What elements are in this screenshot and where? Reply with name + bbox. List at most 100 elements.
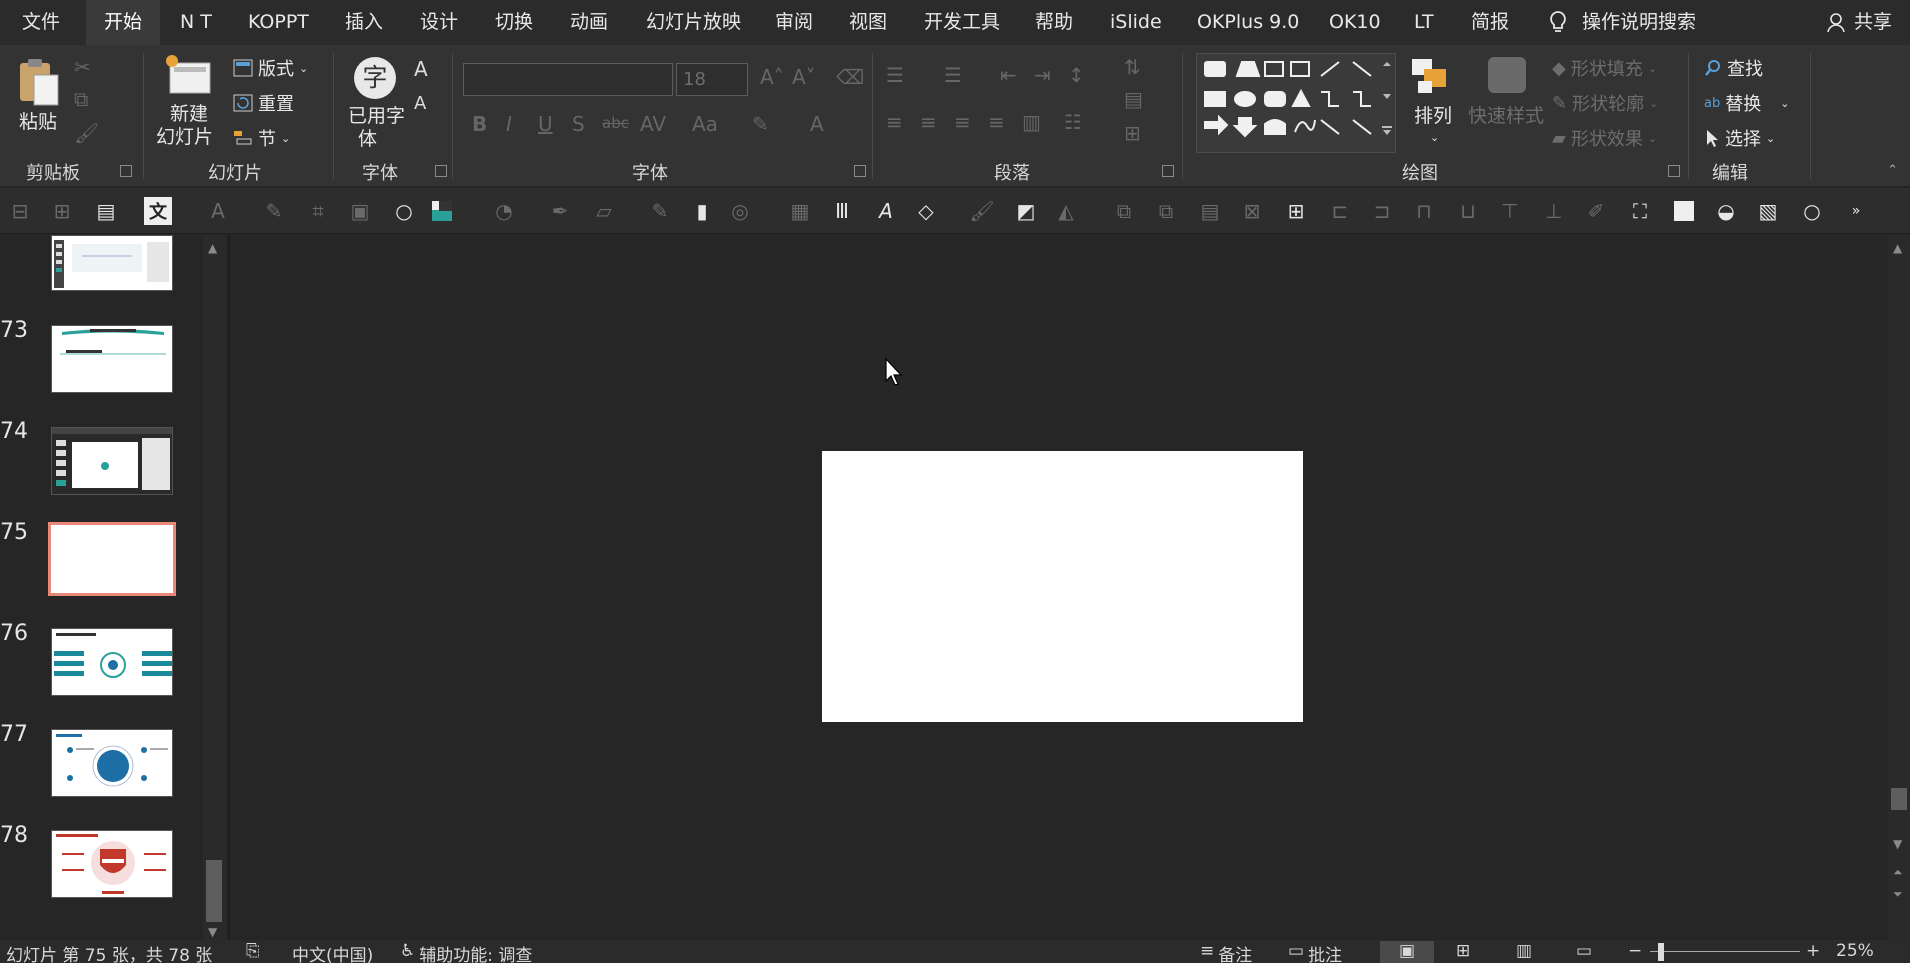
zoom-level[interactable]: 25%: [1836, 941, 1874, 961]
align-icon[interactable]: ⊟: [6, 197, 34, 225]
tab-view[interactable]: 视图: [849, 0, 887, 45]
decrease-font-icon[interactable]: A˅: [792, 65, 816, 89]
paste-button[interactable]: 粘贴: [14, 55, 66, 151]
layout-button[interactable]: 版式 ⌄: [233, 55, 308, 81]
tab-koppt[interactable]: KOPPT: [248, 0, 309, 45]
brush-icon[interactable]: 🖌: [968, 197, 996, 225]
quick-styles-button[interactable]: 快速样式: [1468, 55, 1546, 155]
scroll-down-icon[interactable]: ▼: [208, 925, 217, 939]
comments-button[interactable]: ▭ 批注: [1288, 941, 1342, 963]
lamp-icon[interactable]: ◒: [1712, 197, 1740, 225]
slide-thumbnail-74[interactable]: [51, 427, 173, 495]
tab-okplus[interactable]: OKPlus 9.0: [1197, 0, 1299, 45]
cut-icon[interactable]: ✂: [74, 55, 91, 79]
image-icon[interactable]: ▧: [1754, 197, 1782, 225]
font-name-input[interactable]: [463, 63, 673, 96]
increase-font-icon[interactable]: A˄: [760, 65, 784, 89]
text-effect-icon[interactable]: A: [872, 197, 900, 225]
used-font-button[interactable]: 字 已用字 体: [348, 55, 408, 155]
zoom-in-button[interactable]: +: [1806, 941, 1820, 961]
crop-icon[interactable]: ⌗: [304, 197, 332, 225]
shape-union-icon[interactable]: ◎: [726, 197, 754, 225]
current-slide[interactable]: [822, 451, 1303, 722]
zoom-slider-thumb[interactable]: [1658, 943, 1664, 961]
paragraph-launcher-icon[interactable]: [1162, 165, 1174, 177]
pen-icon[interactable]: ✒: [546, 197, 574, 225]
text-direction-icon[interactable]: ⇅: [1124, 55, 1141, 79]
slide-thumbnail-76[interactable]: [51, 628, 173, 696]
numbering-icon[interactable]: ☰: [944, 63, 962, 87]
distribute-icon[interactable]: ⊞: [48, 197, 76, 225]
text-icon[interactable]: 文: [144, 197, 172, 225]
caption-icon[interactable]: ▤: [1196, 197, 1224, 225]
notes-button[interactable]: ≡ 备注: [1200, 941, 1252, 963]
columns-tool-icon[interactable]: Ⅲ: [828, 197, 856, 225]
more-tools-icon[interactable]: »: [1842, 197, 1870, 225]
tab-file[interactable]: 文件: [22, 0, 60, 45]
white-rect-icon[interactable]: [1670, 197, 1698, 225]
shapes-gallery[interactable]: [1196, 53, 1396, 153]
strikethrough-icon[interactable]: abc: [602, 114, 629, 132]
zoom-slider[interactable]: [1650, 951, 1800, 952]
spellcheck-icon[interactable]: ⎘: [246, 941, 260, 961]
align-middle-tool-icon[interactable]: ⊔: [1454, 197, 1482, 225]
change-case-icon[interactable]: Aa: [692, 112, 718, 136]
canvas-scrollbar[interactable]: ▲ ▼ ⏶ ⏷: [1888, 235, 1910, 940]
find-button[interactable]: 查找: [1704, 55, 1763, 81]
bullets-icon[interactable]: ☰: [886, 63, 904, 87]
slide-sorter-icon[interactable]: ⊞: [1456, 941, 1470, 961]
justify-icon[interactable]: ≡: [988, 110, 1005, 134]
increase-indent-icon[interactable]: ⇥: [1034, 63, 1051, 87]
reading-view-icon[interactable]: ▥: [1516, 941, 1532, 961]
slide-thumbnail-73[interactable]: [51, 325, 173, 393]
picture-tool-icon[interactable]: ▣: [346, 197, 374, 225]
line-spacing-icon[interactable]: ↕: [1068, 63, 1085, 87]
shape-effects-button[interactable]: ▰ 形状效果 ⌄: [1552, 125, 1657, 151]
align-left-tool-icon[interactable]: ⊏: [1326, 197, 1354, 225]
clipboard-launcher-icon[interactable]: [120, 165, 132, 177]
previous-slide-icon[interactable]: ⏶: [1893, 865, 1903, 880]
normal-view-button[interactable]: ▣: [1380, 941, 1434, 963]
group-icon[interactable]: ⧉: [1110, 197, 1138, 225]
align-center-tool-icon[interactable]: ⊓: [1410, 197, 1438, 225]
zoom-out-button[interactable]: −: [1628, 941, 1642, 961]
dropper-icon[interactable]: ✎: [646, 197, 674, 225]
grow-font-icon[interactable]: A: [414, 57, 428, 81]
highlight-icon[interactable]: ✎: [752, 112, 769, 136]
align-center-icon[interactable]: ≡: [920, 110, 937, 134]
distributed-icon[interactable]: ▥: [1022, 110, 1041, 134]
slideshow-view-icon[interactable]: ▭: [1576, 941, 1592, 961]
accessibility-button[interactable]: ♿ 辅助功能: 调查: [400, 941, 532, 963]
collapse-ribbon-icon[interactable]: ⌃: [1887, 163, 1898, 178]
canvas-scroll-thumb[interactable]: [1891, 788, 1907, 810]
object-tool-icon[interactable]: ⊞: [1282, 197, 1310, 225]
smartart-icon[interactable]: ⊞: [1124, 121, 1141, 145]
tab-home[interactable]: 开始: [86, 0, 161, 45]
reset-button[interactable]: 重置: [233, 90, 294, 116]
eyedropper-icon[interactable]: ✎: [260, 197, 288, 225]
shape-fill-button[interactable]: ◆ 形状填充 ⌄: [1552, 55, 1657, 81]
slide-thumbnail-77[interactable]: [51, 729, 173, 797]
textbox-icon[interactable]: ▤: [92, 197, 120, 225]
select-button[interactable]: 选择 ⌄: [1704, 125, 1775, 151]
font-size-input[interactable]: 18: [676, 63, 748, 96]
decrease-indent-icon[interactable]: ⇤: [1000, 63, 1017, 87]
tab-insert[interactable]: 插入: [345, 0, 383, 45]
align-text-icon[interactable]: ▤: [1124, 87, 1143, 111]
table-icon[interactable]: ▦: [786, 197, 814, 225]
scroll-up-icon[interactable]: ▲: [208, 241, 217, 255]
tell-me-search[interactable]: 操作说明搜索: [1548, 0, 1696, 45]
new-slide-button[interactable]: 新建 幻灯片: [156, 53, 226, 153]
used-font-launcher-icon[interactable]: [435, 165, 447, 177]
align-right-icon[interactable]: ≡: [954, 110, 971, 134]
slide-panel-scroll-thumb[interactable]: [206, 860, 222, 922]
underline-icon[interactable]: U: [538, 112, 553, 136]
scroll-up-icon[interactable]: ▲: [1893, 241, 1902, 255]
tab-help[interactable]: 帮助: [1035, 0, 1073, 45]
font-a-icon[interactable]: A: [204, 197, 232, 225]
replace-button[interactable]: ab 替换 ⌄: [1704, 90, 1789, 116]
language-indicator[interactable]: 中文(中国): [292, 941, 373, 963]
align-right-tool-icon[interactable]: ⊐: [1368, 197, 1396, 225]
shape-outline-button[interactable]: ✎ 形状轮廓 ⌄: [1552, 90, 1658, 116]
tab-ok10[interactable]: OK10: [1329, 0, 1381, 45]
